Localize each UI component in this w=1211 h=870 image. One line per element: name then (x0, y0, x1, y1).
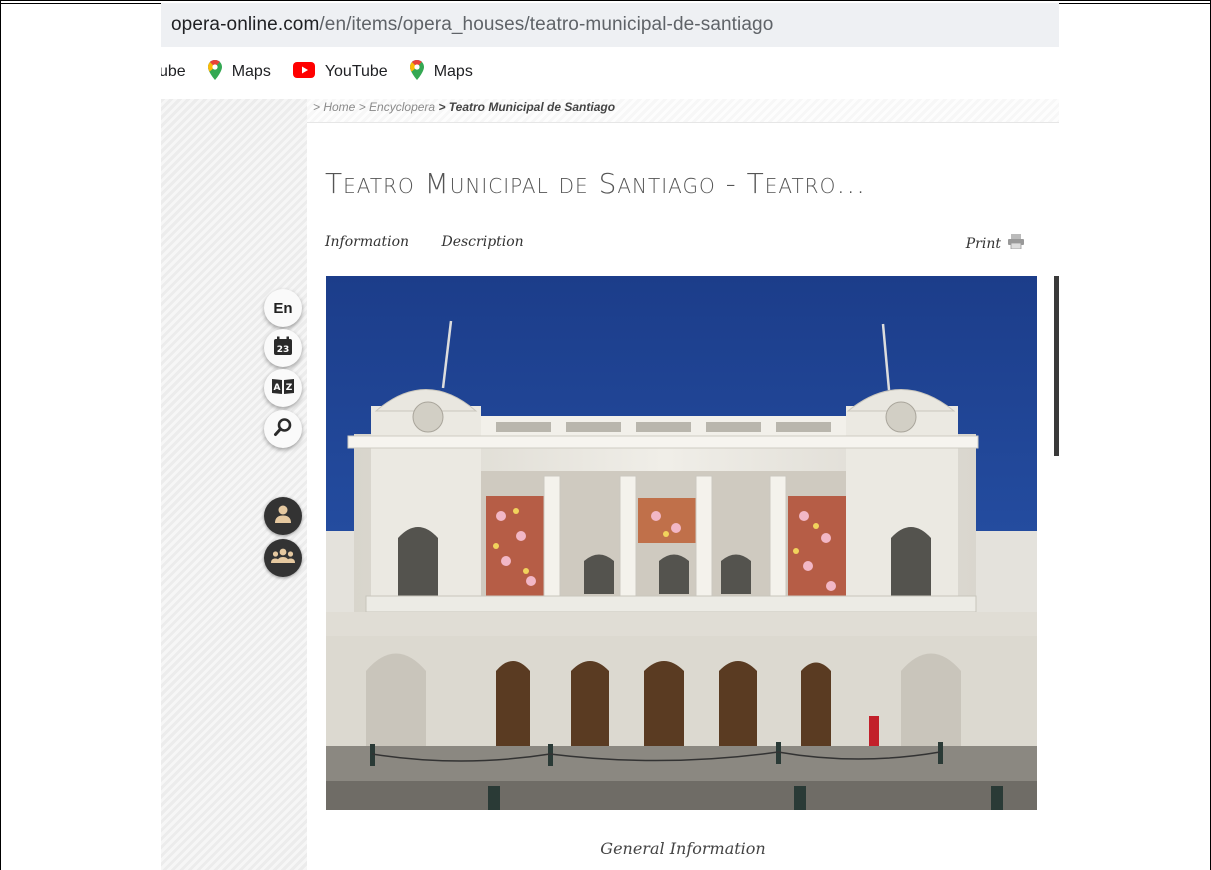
content-tabs: Information Description (325, 234, 552, 250)
breadcrumb-current: > Teatro Municipal de Santiago (438, 100, 616, 114)
opera-house-photo (326, 276, 1037, 810)
bookmarks-bar: ube Maps YouTube Maps (161, 53, 1059, 91)
page-title: Teatro Municipal de Santiago - Teatro... (325, 167, 867, 200)
svg-text:A: A (274, 383, 281, 393)
browser-window: opera-online.com/en/items/opera_houses/t… (161, 3, 1059, 870)
language-button[interactable]: En (264, 289, 302, 327)
side-panel-background (161, 99, 307, 870)
search-icon (273, 417, 293, 441)
bookmark-maps[interactable]: Maps (409, 59, 473, 85)
breadcrumb-encyclopera[interactable]: > Encyclopera (359, 100, 435, 114)
youtube-icon (292, 61, 315, 83)
print-button[interactable]: Print (966, 234, 1025, 253)
tab-information[interactable]: Information (325, 234, 409, 250)
section-heading: General Information (600, 839, 766, 858)
website: En 23 AZ > Home > Encyclopera > Teatro M… (161, 99, 1059, 870)
frame-left (0, 0, 1, 870)
dictionary-icon: AZ (271, 377, 295, 399)
community-icon (270, 546, 296, 570)
frame-line (0, 3, 163, 4)
language-icon: En (273, 299, 293, 317)
breadcrumb-home[interactable]: > Home (313, 100, 355, 114)
dictionary-button[interactable]: AZ (264, 369, 302, 407)
address-bar[interactable]: opera-online.com/en/items/opera_houses/t… (161, 3, 1059, 47)
maps-pin-icon (207, 59, 222, 85)
calendar-icon: 23 (273, 336, 293, 360)
calendar-button[interactable]: 23 (264, 329, 302, 367)
search-button[interactable] (264, 410, 302, 448)
tab-description[interactable]: Description (441, 234, 523, 250)
maps-pin-icon (409, 59, 424, 85)
user-icon (273, 503, 293, 529)
breadcrumb: > Home > Encyclopera > Teatro Municipal … (307, 99, 1059, 123)
url-text[interactable]: opera-online.com/en/items/opera_houses/t… (171, 14, 773, 36)
bookmark-youtube[interactable]: YouTube (292, 61, 388, 83)
account-button[interactable] (264, 497, 302, 535)
scrollbar-thumb[interactable] (1054, 276, 1059, 456)
svg-text:Z: Z (286, 383, 293, 393)
bookmark-youtube-partial[interactable]: ube (161, 63, 186, 81)
community-button[interactable] (264, 539, 302, 577)
printer-icon (1001, 234, 1025, 253)
bookmark-maps[interactable]: Maps (207, 59, 271, 85)
frame-line (1058, 3, 1211, 4)
main-content: > Home > Encyclopera > Teatro Municipal … (307, 99, 1059, 870)
svg-text:23: 23 (277, 345, 290, 355)
frame-top (0, 0, 1211, 1)
